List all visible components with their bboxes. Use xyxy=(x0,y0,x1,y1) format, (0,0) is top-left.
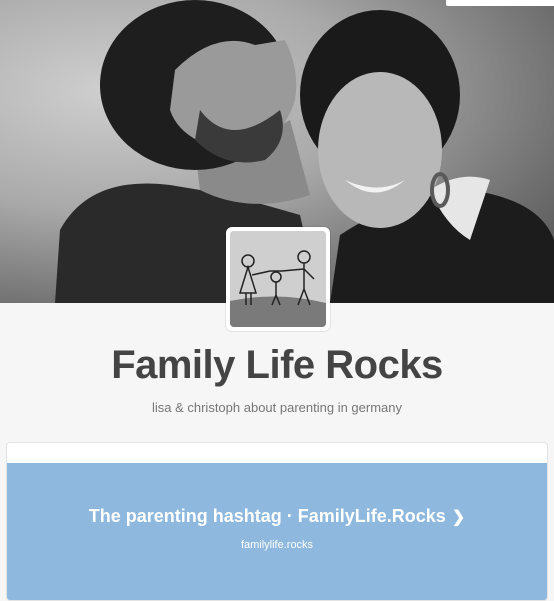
top-bar-panel xyxy=(446,0,554,6)
chevron-right-icon: ❯ xyxy=(451,509,466,526)
featured-link-url[interactable]: familylife.rocks xyxy=(7,539,547,551)
featured-link-card: The parenting hashtag · FamilyLife.Rocks… xyxy=(6,442,548,601)
blog-description: lisa & christoph about parenting in germ… xyxy=(151,400,403,415)
featured-link-title-row[interactable]: The parenting hashtag · FamilyLife.Rocks… xyxy=(7,506,547,527)
blog-title[interactable]: Family Life Rocks xyxy=(0,343,554,388)
family-drawing-avatar-image xyxy=(230,231,326,327)
stick-family-icon xyxy=(230,231,326,327)
featured-link[interactable]: The parenting hashtag · FamilyLife.Rocks… xyxy=(7,463,547,600)
featured-link-title[interactable]: The parenting hashtag · FamilyLife.Rocks xyxy=(89,506,446,526)
blog-avatar[interactable] xyxy=(226,227,330,331)
